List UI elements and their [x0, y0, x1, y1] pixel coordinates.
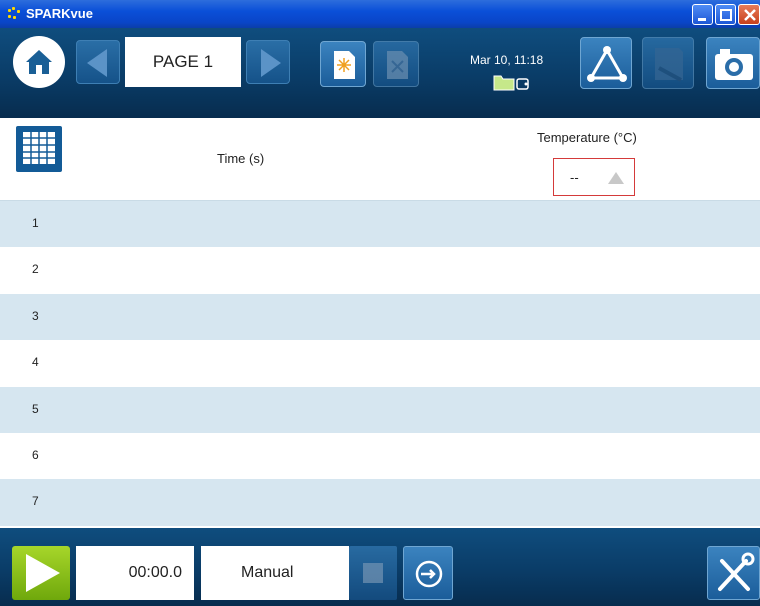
temperature-value: --	[570, 170, 579, 185]
table-row[interactable]: 1	[0, 201, 760, 248]
play-icon	[26, 554, 60, 592]
camera-icon	[715, 49, 753, 80]
table-row[interactable]: 6	[0, 432, 760, 480]
sensor-connection-icon	[516, 78, 529, 90]
folder-icon	[493, 75, 515, 91]
row-number: 2	[32, 262, 39, 277]
stop-icon	[363, 563, 383, 583]
tools-button[interactable]	[707, 546, 760, 600]
previous-page-button[interactable]	[76, 40, 120, 84]
wrench-screwdriver-icon	[718, 552, 755, 591]
home-icon	[26, 50, 52, 74]
journal-snapshot-button[interactable]	[642, 37, 694, 89]
table-row[interactable]: 2	[0, 247, 760, 294]
row-number: 7	[32, 494, 39, 509]
stop-button[interactable]	[349, 546, 397, 600]
table-row[interactable]: 4	[0, 340, 760, 387]
column-header-time[interactable]: Time (s)	[217, 151, 264, 166]
window-title: SPARKvue	[26, 6, 93, 21]
column-header-temperature[interactable]: Temperature (°C)	[537, 130, 637, 145]
minimize-button[interactable]	[692, 4, 713, 25]
table-settings-button[interactable]	[16, 126, 62, 172]
start-button[interactable]	[12, 546, 70, 600]
temperature-live-value[interactable]: --	[553, 158, 635, 196]
new-page-icon	[334, 51, 355, 79]
graph-icon	[587, 46, 627, 82]
page-label[interactable]: PAGE 1	[125, 37, 241, 87]
sampling-mode-select[interactable]: Manual	[201, 546, 349, 600]
table-row[interactable]: 7	[0, 479, 760, 526]
elapsed-time: 00:00.0	[76, 546, 194, 600]
keep-sample-button[interactable]	[403, 546, 453, 600]
delete-icon	[387, 51, 408, 79]
table-grid-icon	[23, 132, 55, 164]
row-number: 3	[32, 308, 39, 323]
arrow-right-icon	[261, 49, 281, 77]
delete-page-button[interactable]	[373, 41, 419, 87]
datetime-label: Mar 10, 11:18	[470, 53, 544, 67]
pencil-page-icon	[655, 48, 683, 82]
row-number: 6	[32, 447, 39, 462]
data-table: 1 2 3 4 5 6 7	[0, 201, 760, 526]
graph-tool-button[interactable]	[580, 37, 632, 89]
maximize-button[interactable]	[715, 4, 736, 25]
next-page-button[interactable]	[246, 40, 290, 84]
row-number: 4	[32, 355, 39, 370]
camera-button[interactable]	[706, 37, 760, 89]
sparkvue-logo-icon	[8, 7, 20, 21]
add-page-button[interactable]	[320, 41, 366, 87]
home-button[interactable]	[13, 36, 65, 88]
keep-sample-icon	[415, 560, 443, 588]
close-button[interactable]	[738, 4, 760, 25]
table-row[interactable]: 5	[0, 386, 760, 433]
row-number: 1	[32, 216, 39, 230]
arrow-left-icon	[87, 49, 107, 77]
row-number: 5	[32, 401, 39, 416]
triangle-up-icon	[608, 172, 624, 184]
table-row[interactable]: 3	[0, 293, 760, 341]
status-info: Mar 10, 11:18	[470, 53, 543, 95]
title-bar: SPARKvue	[0, 0, 760, 28]
table-header	[0, 118, 760, 201]
